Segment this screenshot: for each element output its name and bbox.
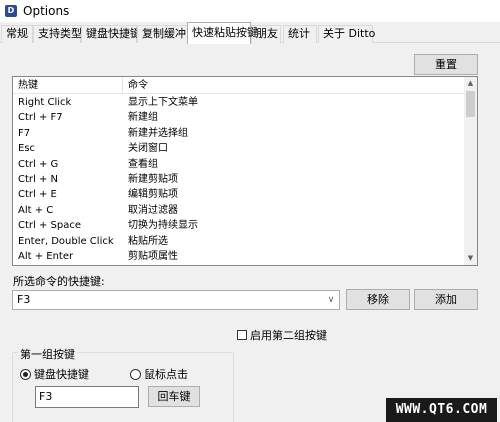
tab-about-ditto[interactable]: 关于 Ditto [318,25,375,43]
tab-statistics[interactable]: 统计 [283,25,317,43]
hotkey-combobox[interactable]: F3 ∨ [12,290,340,310]
first-group-title: 第一组按键 [18,346,77,362]
radio-selected-icon[interactable] [20,368,31,380]
hotkey-cell: Ctrl + G [18,158,59,170]
table-row[interactable]: Alt + Enter 剪贴项属性 [13,249,465,264]
hotkey-cell: Alt + Enter [18,250,74,262]
radio-keyboard-shortcut[interactable]: 键盘快捷键 [20,366,89,382]
hotkey-cell: Enter, Double Click [18,235,114,247]
hotkey-cell: Ctrl + N [18,173,59,185]
column-header-hotkey[interactable]: 热键 [13,77,123,94]
radio-mouse-label: 鼠标点击 [144,368,188,381]
table-row[interactable]: Ctrl + G 查看组 [13,157,465,172]
list-rows: Right Click 显示上下文菜单 Ctrl + F7 新建组 F7 新建并选择组… [13,95,465,264]
window-title: Options [23,4,70,18]
reset-button[interactable]: 重置 [414,54,478,75]
add-button[interactable]: 添加 [414,289,478,310]
hotkey-list[interactable]: 热键 命令 Right Click 显示上下文菜单 Ctrl + F7 新建组 F7… [12,76,478,266]
combobox-value: F3 [17,293,31,306]
remove-button[interactable]: 移除 [346,289,410,310]
hotkey-cell: Alt + C [18,204,54,216]
second-hotkey-checkbox-row[interactable]: 启用第二组按键 [237,327,327,343]
command-cell: 切换为持续显示 [128,220,198,232]
hotkey-cell: Ctrl + E [18,189,57,201]
command-cell: 编辑剪贴项 [128,189,178,201]
tab-quick-paste-keys[interactable]: 快速粘贴按键 [187,22,258,44]
table-row[interactable]: Enter, Double Click 粘贴所选 [13,234,465,249]
command-cell: 剪贴项属性 [128,250,178,262]
scroll-thumb[interactable] [466,91,475,117]
tab-keyboard-shortcuts[interactable]: 键盘快捷键 [81,25,141,43]
hotkey-cell: Ctrl + F7 [18,112,63,124]
table-row[interactable]: Ctrl + F7 新建组 [13,110,465,125]
command-cell: 新建组 [128,112,158,124]
command-cell: 粘贴所选 [128,235,168,247]
title-bar: D Options [0,0,500,22]
command-cell: 取消过滤器 [128,204,178,216]
table-row[interactable]: Alt + C 取消过滤器 [13,203,465,218]
ditto-app-icon: D [5,5,17,17]
scroll-down-icon[interactable]: ▼ [464,252,477,265]
table-row[interactable]: F7 新建并选择组 [13,126,465,141]
command-cell: 关闭窗口 [128,143,168,155]
enter-key-button[interactable]: 回车键 [148,386,200,407]
command-cell: 显示上下文菜单 [128,97,198,108]
tab-supported-types[interactable]: 支持类型 [33,25,82,43]
chevron-down-icon[interactable]: ∨ [323,291,339,309]
radio-mouse-click[interactable]: 鼠标点击 [130,366,188,382]
radio-unselected-icon[interactable] [130,368,141,380]
scroll-up-icon[interactable]: ▲ [464,77,477,90]
table-row[interactable]: Ctrl + E 编辑剪贴项 [13,187,465,202]
radio-keyboard-label: 键盘快捷键 [34,368,89,381]
tab-general[interactable]: 常规 [1,25,33,43]
hotkey-cell: Esc [18,143,36,155]
command-cell: 新建剪贴项 [128,173,178,185]
first-hotkey-input[interactable]: F3 [35,386,139,408]
selected-command-label: 所选命令的快捷键: [13,275,105,288]
site-watermark: WWW.QT6.COM [386,398,497,422]
hotkey-cell: Right Click [18,97,72,108]
second-hotkey-label: 启用第二组按键 [250,329,327,342]
hotkey-cell: F7 [18,127,31,139]
second-hotkey-checkbox[interactable] [237,330,247,340]
table-row[interactable]: Esc 关闭窗口 [13,141,465,156]
command-cell: 新建并选择组 [128,127,188,139]
table-row[interactable]: Ctrl + N 新建剪贴项 [13,172,465,187]
table-row[interactable]: Right Click 显示上下文菜单 [13,95,465,110]
tab-strip: 常规 支持类型 键盘快捷键 复制缓冲区 快速粘贴按键 朋友 统计 关于 Ditt… [0,22,500,44]
list-scrollbar[interactable]: ▲ ▼ [464,77,477,265]
column-header-command[interactable]: 命令 [123,77,323,94]
tab-copy-buffers[interactable]: 复制缓冲区 [137,25,197,43]
hotkey-cell: Ctrl + Space [18,220,82,232]
command-cell: 查看组 [128,158,158,170]
list-header: 热键 命令 [13,77,465,94]
table-row[interactable]: Ctrl + Space 切换为持续显示 [13,218,465,233]
